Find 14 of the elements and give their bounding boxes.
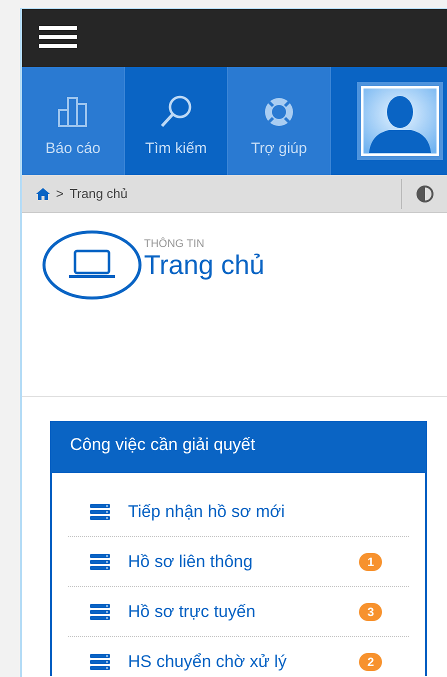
panel-header: Công việc cần giải quyết (69, 434, 256, 456)
page-subtitle: THÔNG TIN (144, 238, 206, 250)
breadcrumb-current[interactable]: Trang chủ (70, 186, 128, 201)
nav-tile[interactable]: Báo cáo (22, 67, 125, 175)
count-badge: 1 (359, 552, 382, 570)
count-badge: 2 (359, 652, 382, 670)
task-link[interactable]: Hồ sơ trực tuyến (128, 602, 360, 622)
count-badge: 3 (359, 602, 382, 620)
task-link[interactable]: Hồ sơ liên thông (128, 552, 360, 572)
breadcrumb-separator: > (56, 186, 64, 201)
task-link[interactable]: Tiếp nhận hồ sơ mới (128, 502, 409, 522)
page-title: Trang chủ (144, 250, 265, 280)
task-link[interactable]: HS chuyển chờ xử lý (128, 652, 360, 672)
nav-tile[interactable]: Trợ giúp (228, 67, 331, 175)
